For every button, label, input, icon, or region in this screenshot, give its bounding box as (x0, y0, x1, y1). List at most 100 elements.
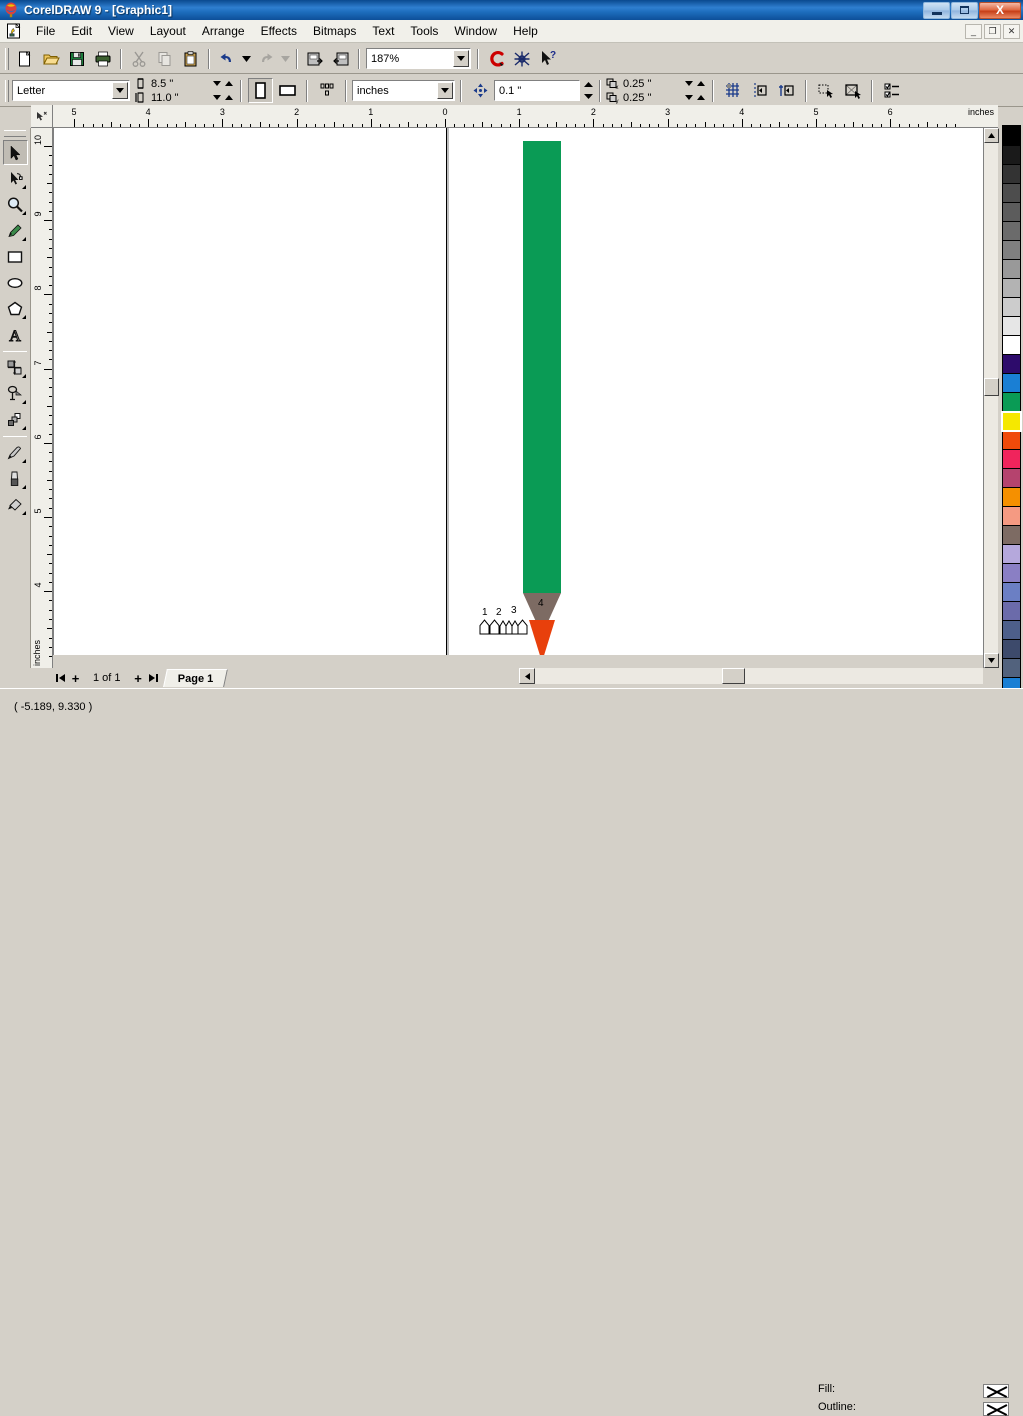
copy-icon[interactable] (153, 47, 177, 70)
spin-down-icon[interactable] (683, 92, 695, 104)
palette-swatch[interactable] (1002, 583, 1021, 602)
color-palette[interactable] (1000, 125, 1023, 711)
spin-down-icon[interactable] (211, 92, 223, 104)
fill-swatch[interactable] (983, 1384, 1009, 1398)
save-icon[interactable] (65, 47, 89, 70)
new-icon[interactable] (13, 47, 37, 70)
palette-swatch[interactable] (1002, 545, 1021, 564)
scroll-left-button[interactable] (519, 668, 535, 684)
palette-swatches[interactable] (1001, 127, 1022, 697)
units-input[interactable] (353, 82, 435, 99)
nudge-offset-spinner[interactable] (582, 79, 594, 103)
units-combo[interactable] (352, 80, 455, 101)
toolbar-grip[interactable] (5, 47, 9, 70)
horizontal-scroll-thumb[interactable] (722, 668, 745, 684)
menu-item-effects[interactable]: Effects (253, 21, 305, 41)
orientation-portrait-button[interactable] (248, 78, 273, 103)
last-page-button[interactable] (146, 670, 161, 686)
palette-swatch[interactable] (1002, 222, 1021, 241)
zoom-tool[interactable] (3, 192, 28, 217)
menu-item-tools[interactable]: Tools (402, 21, 446, 41)
duplicate-y-row[interactable]: y 0.25 " (606, 91, 707, 105)
menu-item-layout[interactable]: Layout (142, 21, 194, 41)
document-icon[interactable] (6, 23, 22, 39)
horizontal-ruler[interactable]: 5 4 3 2 1 0 1 2 3 4 5 6 inches (53, 105, 998, 128)
cut-icon[interactable] (127, 47, 151, 70)
palette-swatch[interactable] (1002, 659, 1021, 678)
no-color-icon[interactable] (1002, 125, 1021, 143)
text-tool[interactable]: A (3, 322, 28, 347)
application-launcher-icon[interactable] (484, 47, 508, 70)
ruler-origin-button[interactable] (31, 105, 53, 128)
paper-height-row[interactable]: 11.0 " (134, 91, 235, 105)
paper-type-dropdown-arrow-icon[interactable] (112, 82, 128, 99)
menu-item-edit[interactable]: Edit (63, 21, 100, 41)
toolbox-grip[interactable] (4, 130, 26, 137)
scroll-down-button[interactable] (984, 653, 999, 668)
palette-swatch[interactable] (1002, 146, 1021, 165)
palette-swatch[interactable] (1002, 279, 1021, 298)
window-close-button[interactable]: X (979, 1, 1021, 19)
document-close-button[interactable]: ✕ (1003, 23, 1020, 39)
redo-dropdown-arrow-icon[interactable] (279, 47, 292, 70)
palette-swatch[interactable] (1002, 431, 1021, 450)
drawing-canvas[interactable]: 1 2 3 4 (53, 128, 983, 655)
menu-item-arrange[interactable]: Arrange (194, 21, 253, 41)
rectangle-tool[interactable] (3, 244, 28, 269)
undo-dropdown-arrow-icon[interactable] (240, 47, 253, 70)
paper-type-combo[interactable] (12, 80, 130, 101)
nudge-offset-input[interactable] (495, 82, 577, 99)
menu-item-bitmaps[interactable]: Bitmaps (305, 21, 364, 41)
window-restore-button[interactable] (951, 1, 978, 19)
palette-swatch[interactable] (1002, 621, 1021, 640)
duplicate-x-row[interactable]: x 0.25 " (606, 77, 707, 91)
fill-tool[interactable] (3, 466, 28, 491)
snap-to-grid-icon[interactable] (720, 78, 745, 103)
eyedropper-tool[interactable] (3, 381, 28, 406)
vertical-scroll-thumb[interactable] (984, 378, 999, 396)
wireframe-icon[interactable] (840, 78, 865, 103)
palette-swatch[interactable] (1002, 488, 1021, 507)
palette-swatch[interactable] (1002, 640, 1021, 659)
flyout-arrow-icon[interactable] (21, 426, 26, 430)
pencil-body-shape[interactable] (523, 141, 561, 593)
interactive-fill-tool[interactable] (3, 492, 28, 517)
print-icon[interactable] (91, 47, 115, 70)
add-page-after-button[interactable]: + (131, 670, 146, 686)
interactive-extrude-tool[interactable] (3, 407, 28, 432)
palette-swatch[interactable] (1002, 184, 1021, 203)
flyout-arrow-icon[interactable] (21, 315, 26, 319)
palette-swatch[interactable] (1002, 260, 1021, 279)
menu-item-text[interactable]: Text (364, 21, 402, 41)
palette-swatch[interactable] (1002, 203, 1021, 222)
palette-swatch[interactable] (1002, 469, 1021, 488)
flyout-arrow-icon[interactable] (21, 485, 26, 489)
menu-item-view[interactable]: View (100, 21, 142, 41)
document-minimize-button[interactable]: _ (965, 23, 982, 39)
horizontal-scrollbar[interactable] (519, 668, 983, 684)
zoom-dropdown-arrow-icon[interactable] (453, 50, 469, 67)
vertical-ruler[interactable]: 10 9 8 7 6 5 4 inches (31, 128, 53, 668)
flyout-arrow-icon[interactable] (21, 185, 26, 189)
page-layout-button[interactable] (314, 78, 339, 103)
corel-online-icon[interactable] (510, 47, 534, 70)
spin-up-icon[interactable] (582, 79, 594, 91)
flyout-arrow-icon[interactable] (21, 400, 26, 404)
flyout-arrow-icon[interactable] (21, 511, 26, 515)
property-bar-grip[interactable] (5, 79, 9, 102)
palette-swatch[interactable] (1002, 526, 1021, 545)
spin-up-icon[interactable] (695, 78, 707, 90)
spin-up-icon[interactable] (223, 92, 235, 104)
vertical-scrollbar[interactable] (983, 128, 999, 668)
outline-tool[interactable] (3, 440, 28, 465)
flyout-arrow-icon[interactable] (21, 459, 26, 463)
paper-height-spinner[interactable] (211, 92, 235, 104)
paste-icon[interactable] (179, 47, 203, 70)
paper-type-input[interactable] (13, 82, 111, 99)
open-icon[interactable] (39, 47, 63, 70)
spin-down-icon[interactable] (211, 78, 223, 90)
spin-down-icon[interactable] (683, 78, 695, 90)
interactive-blend-tool[interactable] (3, 355, 28, 380)
outline-swatch[interactable] (983, 1402, 1009, 1416)
palette-swatch[interactable] (1002, 336, 1021, 355)
